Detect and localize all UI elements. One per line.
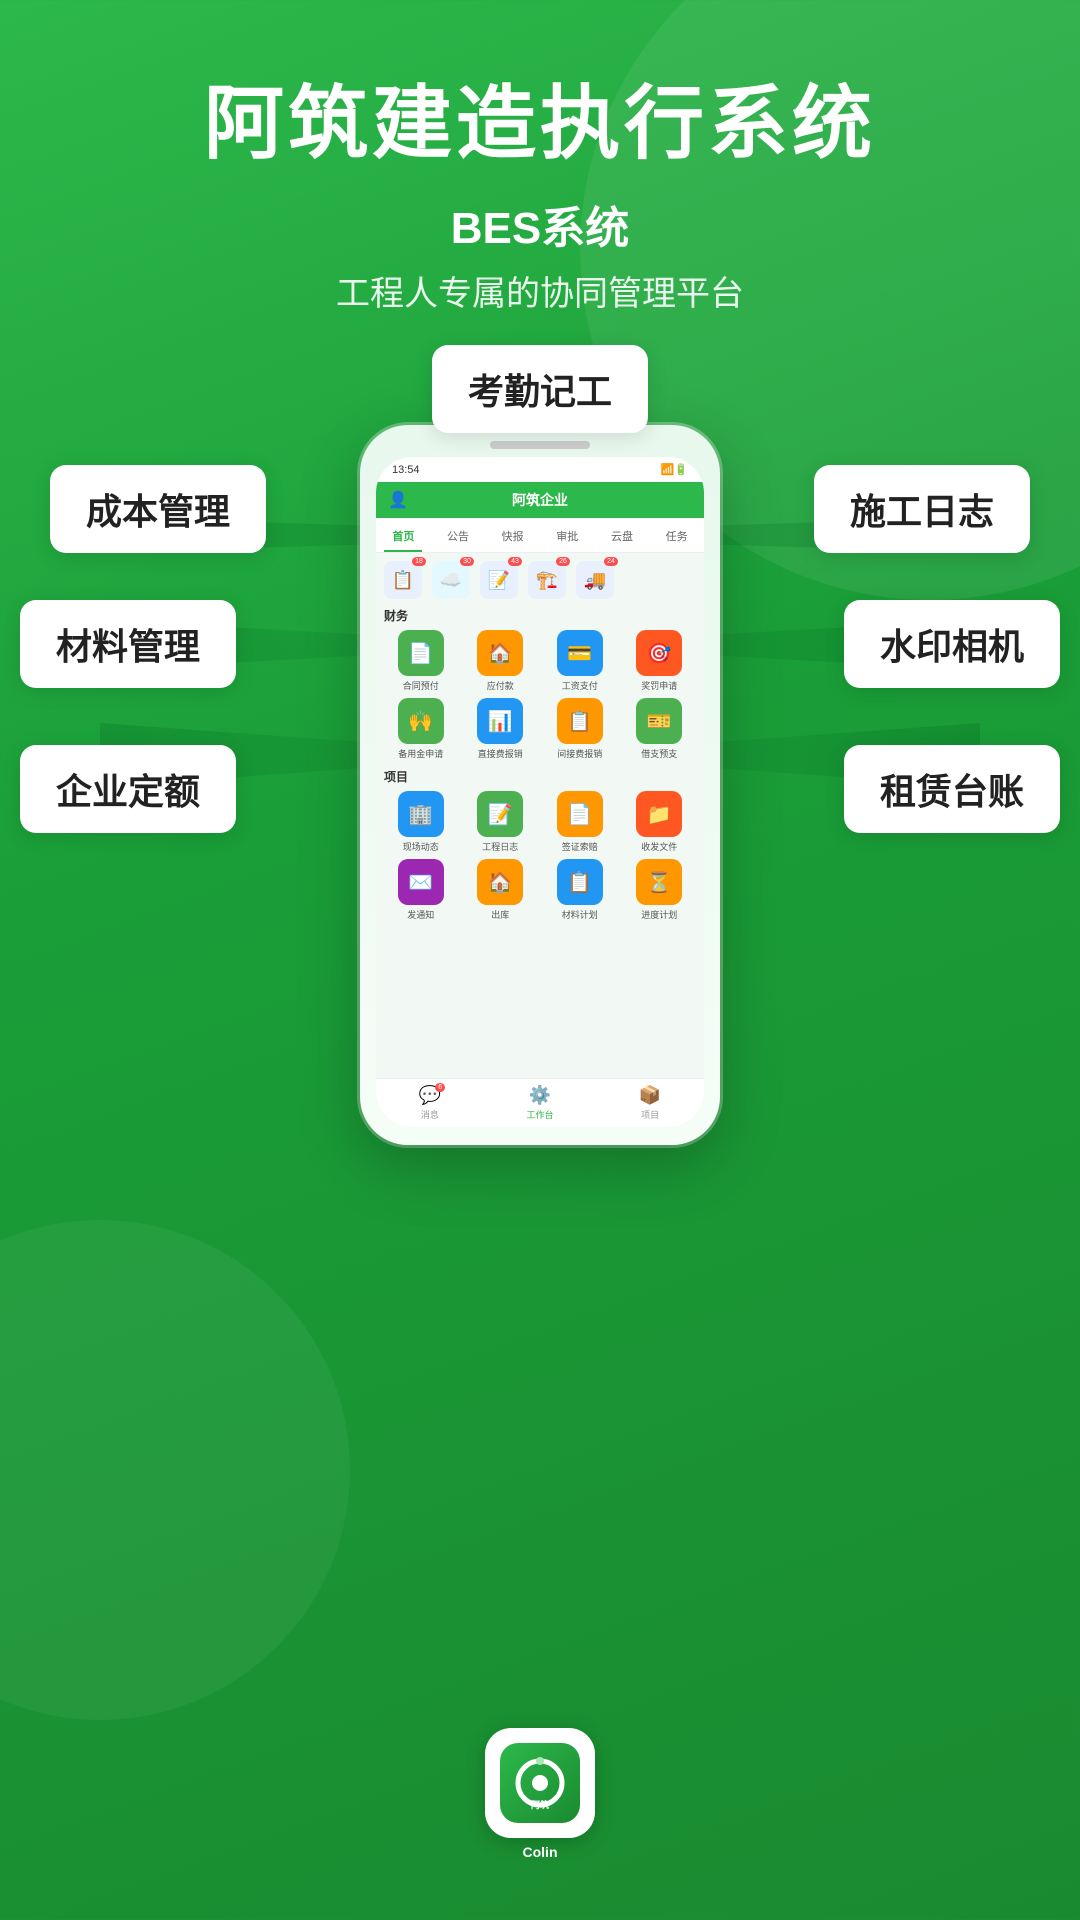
top-icon-0[interactable]: 📋18 xyxy=(384,561,422,599)
main-title: 阿筑建造执行系统 xyxy=(0,80,1080,168)
bottom-nav-project[interactable]: 📦 项目 xyxy=(639,1085,661,1121)
app-logo: 阿筑 xyxy=(485,1728,595,1838)
bottom-nav-workbench[interactable]: ⚙️ 工作台 xyxy=(526,1085,553,1121)
feature-tag-shuiyin[interactable]: 水印相机 xyxy=(844,600,1060,688)
app-item-yingfu[interactable]: 🏠 应付款 xyxy=(464,630,538,692)
finance-grid: 📄 合同预付 🏠 应付款 💳 工资支付 🎯 xyxy=(384,630,696,760)
tab-home[interactable]: 首页 xyxy=(384,524,422,552)
top-icon-2[interactable]: 📝43 xyxy=(480,561,518,599)
phone-screen: 13:54 📶🔋 👤 阿筑企业 首页 公告 快报 审批 云盘 任务 xyxy=(376,457,704,1127)
tab-approve[interactable]: 审批 xyxy=(548,524,586,552)
top-icon-1[interactable]: ☁️30 xyxy=(432,561,470,599)
header: 阿筑建造执行系统 BES系统 工程人专属的协同管理平台 xyxy=(0,0,1080,315)
project-title: 项目 xyxy=(384,768,696,785)
project-grid: 🏢 现场动态 📝 工程日志 📄 签证索赔 📁 xyxy=(384,791,696,921)
app-logo-label: Colin xyxy=(523,1844,558,1860)
app-logo-svg: 阿筑 xyxy=(513,1756,568,1811)
phone-status-bar: 13:54 📶🔋 xyxy=(376,457,704,482)
tab-task[interactable]: 任务 xyxy=(658,524,696,552)
phone-bottom-nav: 💬6 消息 ⚙️ 工作台 📦 项目 xyxy=(376,1078,704,1127)
app-item-hetong[interactable]: 📄 合同预付 xyxy=(384,630,458,692)
feature-tag-shigong[interactable]: 材料管理 xyxy=(20,600,236,688)
finance-title: 财务 xyxy=(384,607,696,624)
feature-tag-zulin[interactable]: 租赁台账 xyxy=(844,745,1060,833)
app-item-qianzhen[interactable]: 📄 签证索赔 xyxy=(543,791,617,853)
app-item-jindu[interactable]: ⏳ 进度计划 xyxy=(623,859,697,921)
nav-back-icon: 👤 xyxy=(388,490,408,510)
app-item-xianchang[interactable]: 🏢 现场动态 xyxy=(384,791,458,853)
tab-news[interactable]: 快报 xyxy=(494,524,532,552)
sub-title-2: 工程人专属的协同管理平台 xyxy=(0,266,1080,315)
app-item-jiezhi[interactable]: 🎫 借支预支 xyxy=(623,698,697,760)
phone-outer: 13:54 📶🔋 👤 阿筑企业 首页 公告 快报 审批 云盘 任务 xyxy=(360,425,720,1145)
feature-tag-chengben[interactable]: 成本管理 xyxy=(50,465,266,553)
app-item-gongzi[interactable]: 💳 工资支付 xyxy=(543,630,617,692)
app-item-fatongzhi[interactable]: ✉️ 发通知 xyxy=(384,859,458,921)
app-item-shoufawenjian[interactable]: 📁 收发文件 xyxy=(623,791,697,853)
sub-title-1: BES系统 xyxy=(0,192,1080,256)
top-icon-row: 📋18 ☁️30 📝43 🏗️26 🚚24 xyxy=(384,561,696,599)
svg-text:阿筑: 阿筑 xyxy=(530,1799,548,1810)
phone-mockup: 13:54 📶🔋 👤 阿筑企业 首页 公告 快报 审批 云盘 任务 xyxy=(360,425,720,1145)
tab-notice[interactable]: 公告 xyxy=(439,524,477,552)
app-item-cailiao[interactable]: 📋 材料计划 xyxy=(543,859,617,921)
feature-tag-cailiao[interactable]: 施工日志 xyxy=(814,465,1030,553)
app-item-jiangfa[interactable]: 🎯 奖罚申请 xyxy=(623,630,697,692)
app-item-chuku[interactable]: 🏠 出库 xyxy=(464,859,538,921)
app-item-beiyong[interactable]: 🙌 备用金申请 xyxy=(384,698,458,760)
bottom-nav-messages[interactable]: 💬6 消息 xyxy=(419,1085,441,1121)
app-item-jianjie[interactable]: 📋 间接费报销 xyxy=(543,698,617,760)
phone-tabs: 首页 公告 快报 审批 云盘 任务 xyxy=(376,518,704,553)
features-area: 考勤记工 成本管理 施工日志 材料管理 水印相机 企业定额 租赁台账 13:54… xyxy=(0,345,1080,1245)
app-logo-inner: 阿筑 xyxy=(500,1743,580,1823)
app-item-zhijie[interactable]: 📊 直接费报销 xyxy=(464,698,538,760)
status-icons: 📶🔋 xyxy=(661,463,688,476)
app-item-gongcheng[interactable]: 📝 工程日志 xyxy=(464,791,538,853)
feature-tag-qiye[interactable]: 企业定额 xyxy=(20,745,236,833)
feature-tag-kaoquan[interactable]: 考勤记工 xyxy=(432,345,648,433)
app-logo-wrapper: 阿筑 Colin xyxy=(485,1728,595,1860)
tab-cloud[interactable]: 云盘 xyxy=(603,524,641,552)
phone-notch xyxy=(490,441,590,449)
phone-content: 📋18 ☁️30 📝43 🏗️26 🚚24 xyxy=(376,553,704,937)
top-icon-3[interactable]: 🏗️26 xyxy=(528,561,566,599)
status-time: 13:54 xyxy=(392,464,420,476)
top-icon-4[interactable]: 🚚24 xyxy=(576,561,614,599)
app-name: 阿筑企业 xyxy=(512,492,568,508)
phone-nav-bar: 👤 阿筑企业 xyxy=(376,482,704,518)
